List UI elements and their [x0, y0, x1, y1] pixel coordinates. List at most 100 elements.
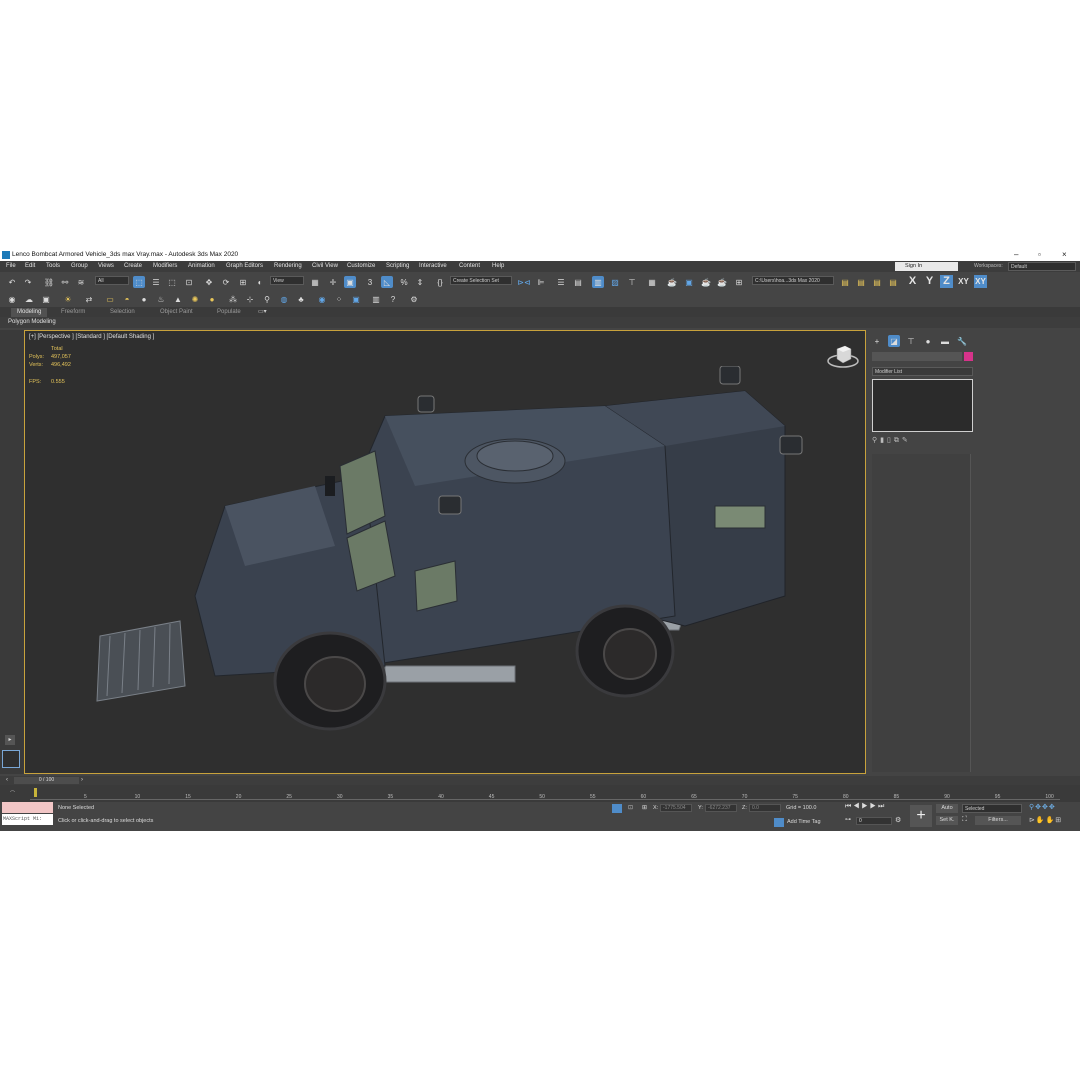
maxscript-listener-top[interactable] [2, 802, 53, 813]
key-mode-icon[interactable]: ⊶ [845, 816, 851, 823]
scale-icon[interactable]: ⊞ [237, 276, 249, 288]
tab-selection[interactable]: Selection [104, 308, 141, 317]
vray-frame-icon[interactable]: ▣ [350, 293, 362, 305]
environment-icon[interactable]: ◉ [316, 293, 328, 305]
menu-graph-editors[interactable]: Graph Editors [226, 263, 263, 269]
pivot-center-icon[interactable]: ▦ [309, 276, 321, 288]
hierarchy-panel-icon[interactable]: ⊤ [905, 335, 917, 347]
angle-snap-icon[interactable]: ◺ [381, 276, 393, 288]
particle-icon[interactable]: ⁂ [227, 293, 239, 305]
y-coordinate-field[interactable]: -6272.237 [705, 804, 737, 812]
tab-modeling[interactable]: Modeling [11, 308, 48, 317]
time-marker[interactable] [34, 788, 37, 797]
modifier-list-dropdown[interactable]: Modifier List [872, 367, 973, 376]
spinner-snap-icon[interactable]: ⇕ [414, 276, 426, 288]
menu-tools[interactable]: Tools [46, 263, 60, 269]
container-icon[interactable]: ◉ [6, 293, 18, 305]
modifier-stack[interactable] [872, 379, 973, 432]
grid-helper-icon[interactable]: ⊹ [244, 293, 256, 305]
teapot-icon[interactable]: ♨ [155, 293, 167, 305]
material-ball-icon[interactable]: ● [206, 293, 218, 305]
cloud-icon[interactable]: ☁ [23, 293, 35, 305]
color-dots-icon[interactable]: ⁘ [333, 293, 345, 305]
zoom-tools-icon[interactable]: ⚲✥✥✥ [1029, 803, 1056, 811]
menu-modifiers[interactable]: Modifiers [153, 263, 177, 269]
next-frame-icon[interactable]: › [81, 777, 83, 783]
add-time-tag-button[interactable]: Add Time Tag [787, 819, 821, 825]
tree-icon[interactable]: ♣ [295, 293, 307, 305]
playback-controls-icon[interactable]: ⏮◀▶▶⏭ [845, 803, 886, 811]
toggle-ribbon-icon[interactable]: ▥ [592, 276, 604, 288]
create-panel-icon[interactable]: + [871, 335, 883, 347]
object-color-swatch[interactable] [964, 352, 973, 361]
z-coordinate-field[interactable]: 0.0 [749, 804, 781, 812]
utilities-panel-icon[interactable]: 🔧 [956, 335, 968, 347]
menu-interactive[interactable]: Interactive [419, 263, 447, 269]
menu-civil-view[interactable]: Civil View [312, 263, 338, 269]
viewport-label[interactable]: [+] [Perspective ] [Standard ] [Default … [29, 334, 154, 340]
bind-spacewarp-icon[interactable]: ≋ [75, 276, 87, 288]
box-icon[interactable]: ▭ [104, 293, 116, 305]
menu-rendering[interactable]: Rendering [274, 263, 302, 269]
select-object-icon[interactable]: ⬚ [133, 276, 145, 288]
sphere-icon[interactable]: ● [138, 293, 150, 305]
open-file-icon[interactable]: ▤ [855, 276, 867, 288]
render-setup-icon[interactable]: ☕ [666, 276, 678, 288]
lock-icon[interactable]: ⊡ [628, 804, 633, 811]
window-crossing-icon[interactable]: ⊡ [183, 276, 195, 288]
mini-curve-icon[interactable]: ⌒ [10, 790, 15, 797]
ribbon-options-icon[interactable]: ▭▾ [258, 308, 267, 315]
move-icon[interactable]: ✥ [203, 276, 215, 288]
viewport-layout-icon[interactable]: ▣ [40, 293, 52, 305]
workspace-dropdown[interactable]: Default [1008, 262, 1076, 271]
asset-tracking-icon[interactable]: ▥ [370, 293, 382, 305]
project-path-dropdown[interactable]: C:\Users\hoa...3ds Max 2020 [752, 276, 834, 285]
object-name-field[interactable] [872, 352, 962, 361]
key-tangent-icon[interactable]: ⛶ [962, 816, 967, 824]
modify-panel-icon[interactable]: ◪ [888, 335, 900, 347]
time-tag-icon[interactable] [774, 818, 784, 827]
curve-editor-icon[interactable]: ▨ [609, 276, 621, 288]
tab-object-paint[interactable]: Object Paint [154, 308, 199, 317]
x-coordinate-field[interactable]: -1775.504 [660, 804, 692, 812]
current-frame-field[interactable]: 0 [856, 817, 892, 825]
menu-content[interactable]: Content [459, 263, 480, 269]
menu-file[interactable]: File [6, 263, 16, 269]
viewport-layout-thumbnail[interactable] [2, 750, 20, 768]
scene-explorer-icon[interactable]: ☰ [555, 276, 567, 288]
axis-z-button[interactable]: Z [940, 275, 953, 288]
bone-icon[interactable]: ⚲ [261, 293, 273, 305]
tab-freeform[interactable]: Freeform [55, 308, 91, 317]
axis-x-button[interactable]: X [906, 275, 919, 288]
menu-views[interactable]: Views [98, 263, 114, 269]
rotate-icon[interactable]: ⟳ [220, 276, 232, 288]
absolute-mode-icon[interactable]: ⊞ [642, 804, 647, 811]
frame-display[interactable]: 0 / 100 [14, 777, 79, 784]
place-icon[interactable]: ◐ [254, 276, 266, 288]
reference-coordinate-dropdown[interactable]: View [270, 276, 304, 285]
frame-slider-track[interactable]: ‹ 0 / 100 › [0, 776, 1080, 785]
armored-vehicle-model[interactable] [85, 366, 805, 746]
sun-icon[interactable]: ✺ [189, 293, 201, 305]
rect-selection-icon[interactable]: ⬚ [166, 276, 178, 288]
select-manipulate-icon[interactable]: ✛ [327, 276, 339, 288]
menu-scripting[interactable]: Scripting [386, 263, 409, 269]
render-online-icon[interactable]: ⊞ [733, 276, 745, 288]
display-panel-icon[interactable]: ▬ [939, 335, 951, 347]
minimize-icon[interactable]: – [1014, 250, 1018, 259]
prev-frame-icon[interactable]: ‹ [6, 777, 8, 783]
axis-y-button[interactable]: Y [923, 275, 936, 288]
time-config-icon[interactable]: ⚙ [895, 816, 901, 824]
percent-snap-icon[interactable]: % [398, 276, 410, 288]
render-iterative-icon[interactable]: ☕ [716, 276, 728, 288]
stack-controls-icon[interactable]: ⚲▮▯⧉✎ [872, 436, 911, 445]
close-icon[interactable]: × [1062, 250, 1067, 259]
keyboard-shortcut-icon[interactable]: ▣ [344, 276, 356, 288]
selection-filter-dropdown[interactable]: All [95, 276, 129, 285]
menu-help[interactable]: Help [492, 263, 504, 269]
mirror-icon[interactable]: ⊳⊲ [517, 276, 530, 288]
material-editor-icon[interactable]: ▦ [646, 276, 658, 288]
settings-gear-icon[interactable]: ⚙ [408, 293, 420, 305]
select-by-name-icon[interactable]: ☰ [150, 276, 162, 288]
recent-files-icon[interactable]: ▤ [887, 276, 899, 288]
